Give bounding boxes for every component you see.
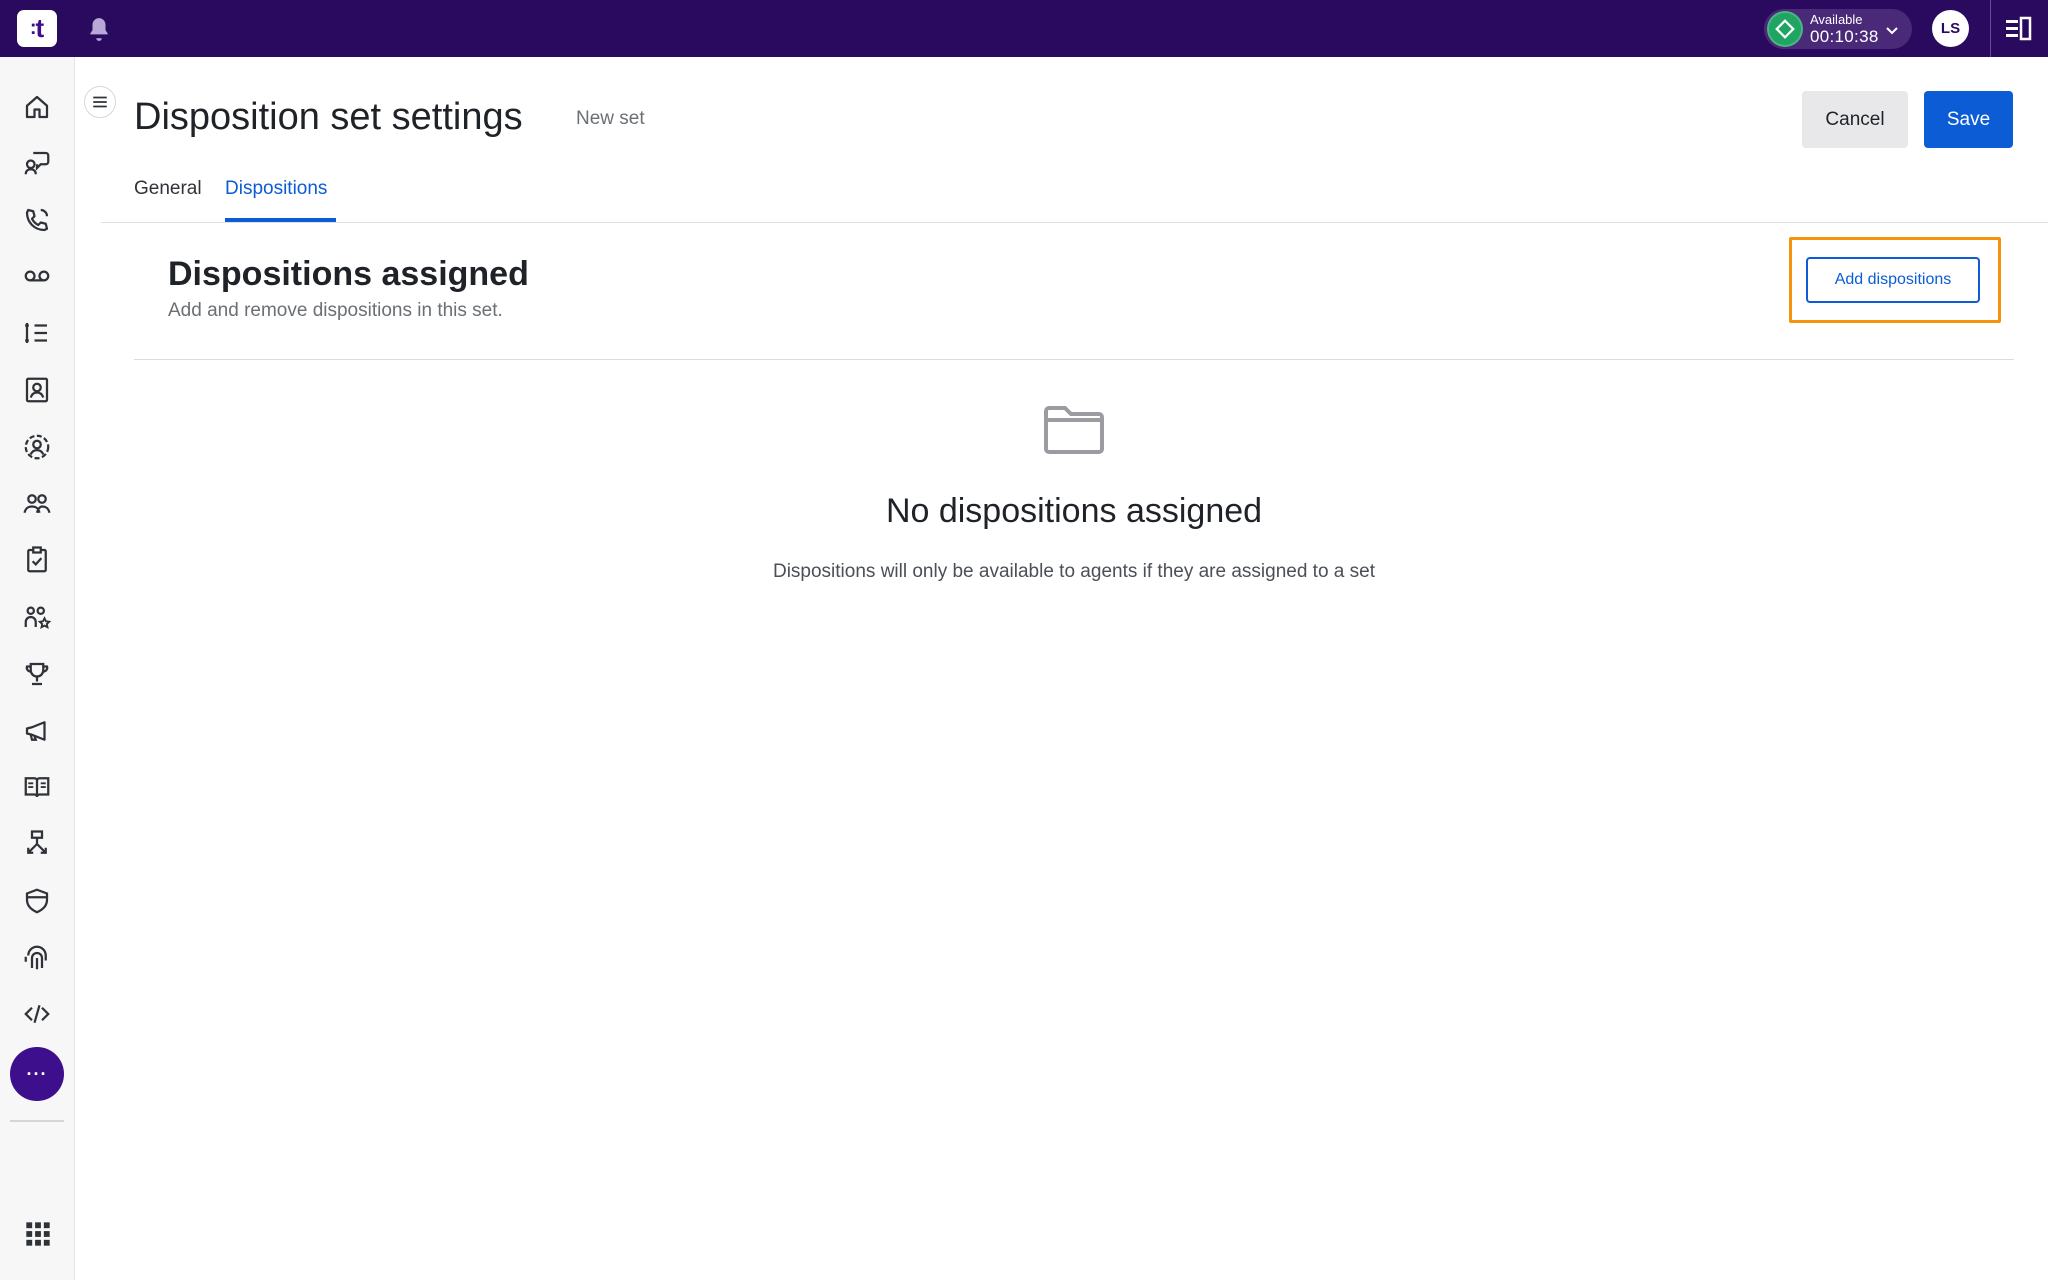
empty-state-title: No dispositions assigned (885, 492, 1263, 530)
section-title: Dispositions assigned (168, 255, 529, 293)
agent-status-selector[interactable]: Available 00:10:38 (1764, 9, 1912, 49)
voicemail-icon[interactable] (20, 259, 54, 293)
nav-separator (10, 1120, 64, 1122)
more-apps-button[interactable]: ··· (10, 1047, 64, 1101)
team-icon[interactable] (20, 487, 54, 521)
tab-dispositions[interactable]: Dispositions (225, 178, 327, 222)
conversations-icon[interactable] (20, 146, 54, 180)
folder-icon (1042, 403, 1106, 457)
status-timer: 00:10:38 (1810, 27, 1879, 46)
cancel-button[interactable]: Cancel (1802, 91, 1908, 148)
user-circle-icon[interactable] (20, 430, 54, 464)
topbar-divider (1990, 0, 1991, 57)
routing-icon[interactable] (20, 827, 54, 861)
page-subtitle: New set (576, 108, 645, 129)
clipboard-check-icon[interactable] (20, 543, 54, 577)
knowledge-book-icon[interactable] (20, 770, 54, 804)
top-bar: :t Available 00:10:38 LS (0, 0, 2048, 57)
section-description: Add and remove dispositions in this set. (168, 300, 503, 321)
app-grid-icon[interactable] (24, 1220, 52, 1248)
section-divider (134, 359, 2014, 360)
collapse-sidebar-button[interactable] (84, 86, 116, 118)
status-diamond-icon (1767, 11, 1803, 47)
bell-icon[interactable] (86, 16, 112, 42)
page-title: Disposition set settings (134, 96, 523, 138)
megaphone-icon[interactable] (20, 714, 54, 748)
chevron-down-icon (1884, 22, 1900, 38)
people-star-icon[interactable] (20, 600, 54, 634)
avatar[interactable]: LS (1932, 10, 1969, 47)
status-label: Available (1810, 12, 1863, 27)
left-navigation: ··· (0, 57, 75, 1280)
phone-icon[interactable] (20, 203, 54, 237)
save-button[interactable]: Save (1924, 91, 2013, 148)
tab-general[interactable]: General (134, 178, 202, 222)
code-icon[interactable] (20, 997, 54, 1031)
add-dispositions-button[interactable]: Add dispositions (1806, 257, 1980, 303)
empty-state-description: Dispositions will only be available to a… (772, 561, 1375, 582)
tabs-divider (101, 222, 2048, 223)
contacts-book-icon[interactable] (20, 373, 54, 407)
menu-icon (93, 96, 107, 108)
home-icon[interactable] (20, 90, 54, 124)
shield-icon[interactable] (20, 884, 54, 918)
app-logo[interactable]: :t (17, 10, 57, 47)
queue-list-icon[interactable] (20, 316, 54, 350)
trophy-icon[interactable] (20, 657, 54, 691)
side-panel-toggle-icon[interactable] (2004, 16, 2032, 42)
fingerprint-icon[interactable] (20, 941, 54, 975)
